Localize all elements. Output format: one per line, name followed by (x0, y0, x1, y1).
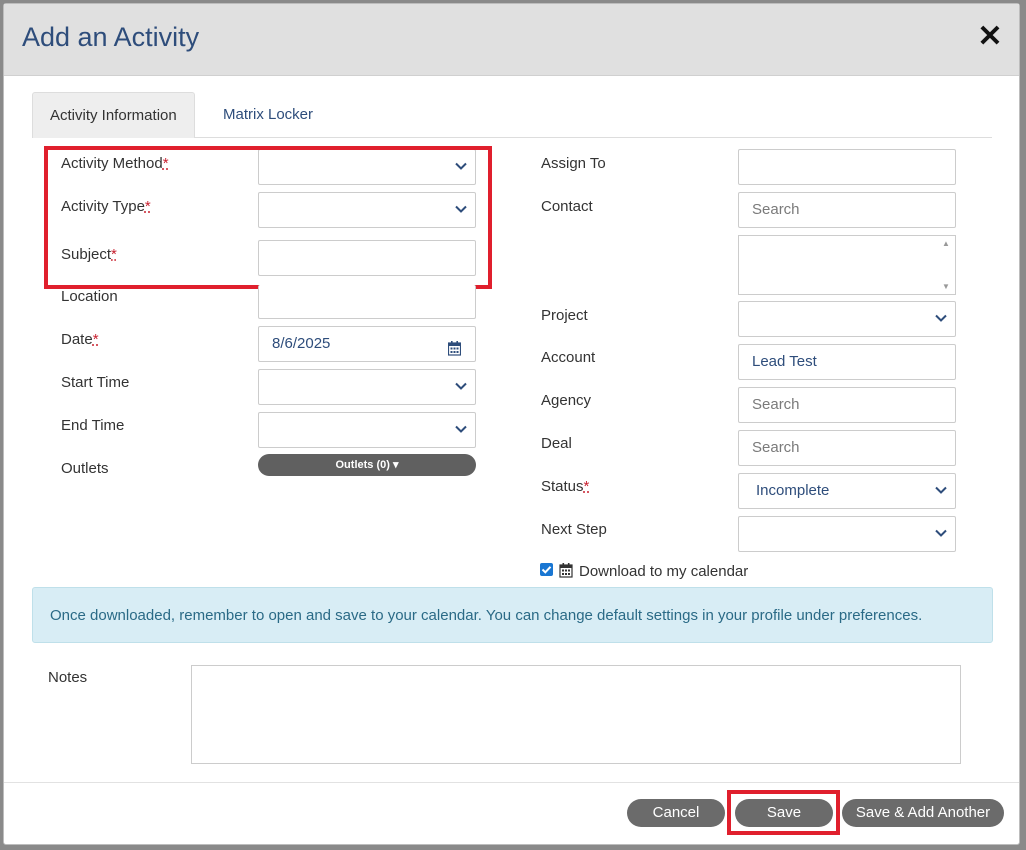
account-input[interactable]: Lead Test (738, 344, 956, 380)
status-label: Status* (541, 478, 590, 495)
download-calendar-checkbox[interactable] (540, 563, 553, 576)
highlight-box-save (727, 790, 840, 835)
save-add-another-button[interactable]: Save & Add Another (842, 799, 1004, 827)
add-activity-modal: Add an Activity ✕ Activity Information M… (3, 3, 1020, 845)
deal-search-input[interactable]: Search (738, 430, 956, 466)
date-value: 8/6/2025 (272, 335, 331, 352)
account-value: Lead Test (752, 353, 817, 370)
cancel-button[interactable]: Cancel (627, 799, 725, 827)
chevron-down-icon (454, 370, 468, 404)
contact-label: Contact (541, 198, 593, 215)
notes-label: Notes (48, 669, 88, 686)
status-select[interactable]: Incomplete (738, 473, 956, 509)
tab-bar: Activity Information Matrix Locker (32, 92, 992, 138)
tab-matrix-locker[interactable]: Matrix Locker (206, 92, 330, 138)
scroll-up-icon[interactable]: ▲ (942, 239, 952, 248)
start-time-label: Start Time (61, 374, 130, 391)
chevron-down-icon (934, 302, 948, 336)
assign-to-label: Assign To (541, 155, 606, 172)
caret-down-icon: ▾ (392, 459, 399, 471)
chevron-down-icon (934, 517, 948, 551)
calendar-icon (559, 563, 573, 583)
project-select[interactable] (738, 301, 956, 337)
assign-to-input[interactable] (738, 149, 956, 185)
date-label: Date* (61, 331, 99, 348)
end-time-select[interactable] (258, 412, 476, 448)
contact-search-input[interactable]: Search (738, 192, 956, 228)
agency-label: Agency (541, 392, 592, 409)
outlets-button-label: Outlets (0) (335, 459, 390, 471)
contact-list-box[interactable]: ▲ ▼ (738, 235, 956, 295)
download-calendar-label[interactable]: Download to my calendar (579, 563, 748, 580)
calendar-info-banner: Once downloaded, remember to open and sa… (32, 587, 993, 643)
next-step-select[interactable] (738, 516, 956, 552)
location-label: Location (61, 288, 118, 305)
outlets-label: Outlets (61, 460, 109, 477)
deal-placeholder: Search (752, 439, 800, 456)
status-value: Incomplete (756, 482, 830, 499)
start-time-select[interactable] (258, 369, 476, 405)
location-input[interactable] (258, 285, 476, 319)
outlets-dropdown-button[interactable]: Outlets (0) ▾ (258, 454, 476, 476)
account-label: Account (541, 349, 596, 366)
modal-header: Add an Activity ✕ (4, 4, 1019, 76)
checkbox-checked-icon (541, 566, 552, 574)
modal-title: Add an Activity (22, 22, 200, 52)
deal-label: Deal (541, 435, 572, 452)
agency-placeholder: Search (752, 396, 800, 413)
next-step-label: Next Step (541, 521, 607, 538)
tab-activity-information[interactable]: Activity Information (32, 92, 195, 138)
close-icon[interactable]: ✕ (977, 22, 1003, 52)
chevron-down-icon (454, 413, 468, 447)
footer-divider (4, 782, 1019, 783)
highlight-box-required-fields (44, 146, 492, 289)
calendar-icon[interactable] (447, 335, 462, 369)
end-time-label: End Time (61, 417, 125, 434)
project-label: Project (541, 307, 588, 324)
notes-textarea[interactable] (191, 665, 961, 764)
agency-search-input[interactable]: Search (738, 387, 956, 423)
date-input[interactable]: 8/6/2025 (258, 326, 476, 362)
contact-placeholder: Search (752, 201, 800, 218)
chevron-down-icon (934, 474, 948, 508)
scroll-down-icon[interactable]: ▼ (942, 282, 952, 291)
